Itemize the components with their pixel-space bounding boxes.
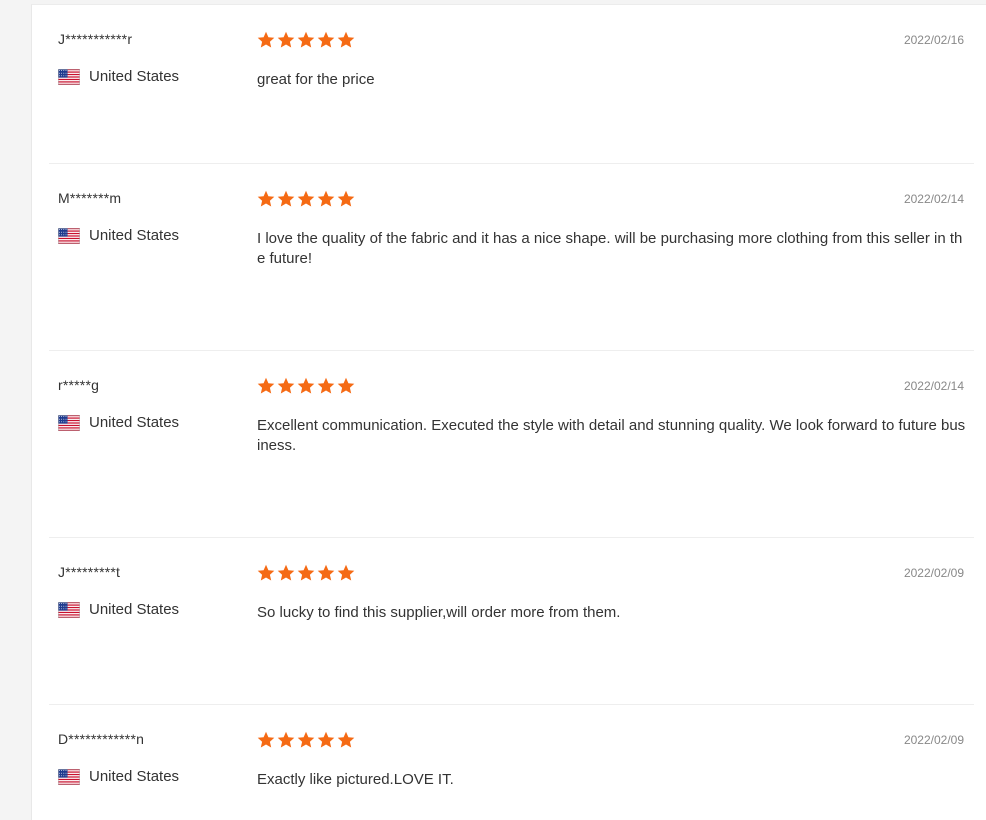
star-icon — [297, 31, 315, 48]
buyer-country: United States — [58, 601, 179, 618]
us-flag-icon — [58, 227, 80, 244]
star-icon — [257, 377, 275, 394]
review-item: M*******m United States 2022/02/14 I lov… — [49, 164, 974, 351]
buyer-country: United States — [58, 768, 179, 785]
star-icon — [257, 31, 275, 48]
review-text: great for the price — [257, 71, 375, 88]
star-icon — [257, 190, 275, 207]
us-flag-icon — [58, 601, 80, 618]
star-rating — [257, 731, 355, 749]
star-icon — [277, 731, 295, 748]
reviews-panel: J***********r United States 2022/02/16 g… — [31, 4, 986, 820]
star-rating — [257, 377, 355, 395]
review-item: J*********t United States 2022/02/09 So … — [49, 538, 974, 705]
review-date: 2022/02/09 — [903, 566, 964, 580]
star-icon — [317, 31, 335, 48]
buyer-country: United States — [58, 227, 179, 244]
star-icon — [257, 731, 275, 748]
buyer-name: J***********r — [58, 31, 133, 47]
country-label: United States — [89, 414, 180, 431]
star-icon — [277, 564, 295, 581]
star-icon — [297, 190, 315, 207]
us-flag-icon — [58, 414, 80, 431]
star-rating — [257, 564, 355, 582]
country-label: United States — [89, 768, 180, 785]
buyer-name: J*********t — [58, 564, 121, 580]
star-icon — [277, 31, 295, 48]
review-text: Exactly like pictured.LOVE IT. — [257, 771, 454, 788]
star-icon — [337, 31, 355, 48]
star-icon — [277, 377, 295, 394]
country-label: United States — [89, 227, 180, 244]
buyer-name: M*******m — [58, 190, 122, 206]
star-icon — [297, 731, 315, 748]
buyer-country: United States — [58, 414, 179, 431]
review-date: 2022/02/14 — [903, 379, 964, 393]
review-item: D************n United States 2022/02/09 … — [49, 705, 974, 820]
us-flag-icon — [58, 68, 80, 85]
review-item: r*****g United States 2022/02/14 Excelle… — [49, 351, 974, 538]
star-rating — [257, 31, 355, 49]
star-icon — [337, 190, 355, 207]
star-icon — [277, 190, 295, 207]
country-label: United States — [89, 601, 180, 618]
star-icon — [317, 377, 335, 394]
star-icon — [337, 377, 355, 394]
review-date: 2022/02/09 — [903, 733, 964, 747]
star-icon — [337, 731, 355, 748]
buyer-country: United States — [58, 68, 179, 85]
star-icon — [297, 377, 315, 394]
review-text: Excellent communication. Executed the st… — [257, 417, 966, 454]
review-item: J***********r United States 2022/02/16 g… — [49, 5, 974, 164]
country-label: United States — [89, 68, 180, 85]
review-date: 2022/02/16 — [903, 33, 964, 47]
review-text: So lucky to find this supplier,will orde… — [257, 604, 621, 621]
review-text: I love the quality of the fabric and it … — [257, 230, 963, 267]
buyer-name: r*****g — [58, 377, 100, 393]
buyer-name: D************n — [58, 731, 145, 747]
star-rating — [257, 190, 355, 208]
review-date: 2022/02/14 — [903, 192, 964, 206]
us-flag-icon — [58, 768, 80, 785]
star-icon — [317, 564, 335, 581]
star-icon — [257, 564, 275, 581]
star-icon — [317, 731, 335, 748]
star-icon — [317, 190, 335, 207]
star-icon — [337, 564, 355, 581]
star-icon — [297, 564, 315, 581]
